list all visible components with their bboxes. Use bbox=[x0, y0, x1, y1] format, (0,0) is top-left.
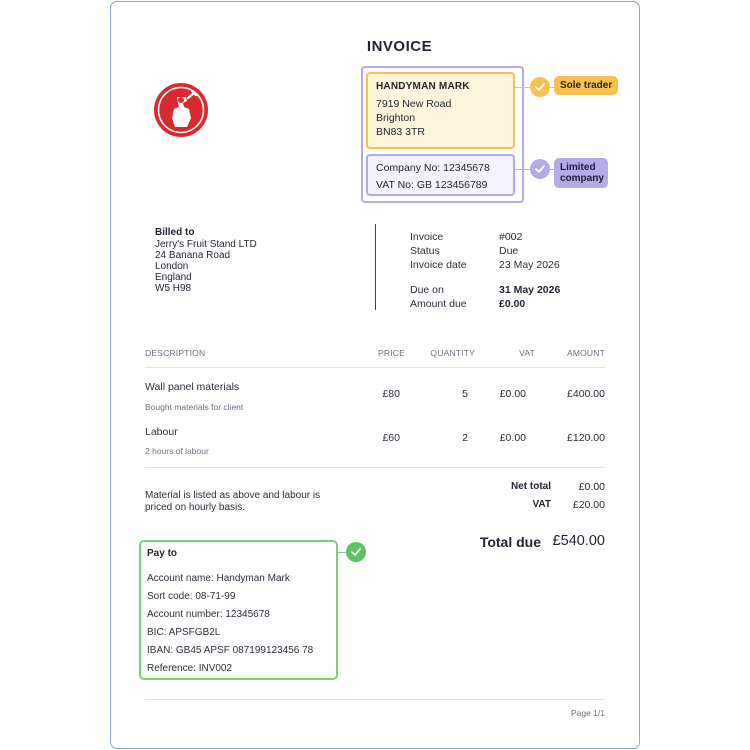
row-quantity: 2 bbox=[462, 432, 468, 444]
column-header-amount: AMOUNT bbox=[566, 348, 605, 358]
invoice-notes: Material is listed as above and labour i… bbox=[145, 490, 321, 513]
billed-to-block: Billed to Jerry's Fruit Stand LTD 24 Ban… bbox=[155, 227, 257, 294]
row-note: 2 hours of labour bbox=[145, 446, 209, 456]
limited-company-tag: Limited company bbox=[554, 158, 608, 188]
column-header-quantity: QUANTITY bbox=[430, 348, 475, 358]
due-on-value: 31 May 2026 bbox=[499, 284, 561, 296]
page-number: Page 1/1 bbox=[570, 708, 605, 718]
connector-line bbox=[338, 552, 346, 553]
row-note: Bought materials for client bbox=[145, 402, 244, 412]
invoice-date-value: 23 May 2026 bbox=[499, 259, 560, 271]
invoice-meta-values: #002 Due 23 May 2026 31 May 2026 £0.00 bbox=[499, 230, 560, 311]
company-number: Company No: 12345678 bbox=[376, 162, 490, 174]
total-due-value: £540.00 bbox=[552, 533, 605, 549]
pay-to-line: Sort code: 08-71-99 bbox=[147, 591, 236, 602]
vat-number: VAT No: GB 123456789 bbox=[376, 179, 488, 191]
sole-trader-tag: Sole trader bbox=[554, 76, 619, 95]
due-on-label: Due on bbox=[410, 284, 444, 296]
amount-due-value: £0.00 bbox=[499, 298, 526, 310]
pay-to-line: BIC: APSFGB2L bbox=[147, 627, 221, 638]
divider bbox=[375, 224, 376, 310]
invoice-number-value: #002 bbox=[499, 231, 523, 243]
invoice-meta-labels: Invoice Status Invoice date Due on Amoun… bbox=[410, 230, 467, 311]
net-total-value: £0.00 bbox=[578, 481, 605, 493]
connector-line bbox=[515, 87, 530, 88]
invoice-number-label: Invoice bbox=[410, 231, 444, 243]
check-circle-icon bbox=[346, 542, 366, 562]
row-description: Wall panel materials bbox=[145, 381, 240, 393]
pay-to-line: Account number: 12345678 bbox=[147, 609, 270, 620]
row-vat: £0.00 bbox=[499, 432, 526, 444]
column-header-vat: VAT bbox=[519, 348, 535, 358]
pay-to-box: Pay to Account name: Handyman Mark Sort … bbox=[139, 540, 338, 680]
row-price: £80 bbox=[382, 388, 400, 400]
billed-to-line: England bbox=[155, 272, 192, 283]
business-name: HANDYMAN MARK bbox=[376, 81, 470, 92]
row-vat: £0.00 bbox=[499, 388, 526, 400]
connector-line bbox=[515, 169, 530, 170]
row-quantity: 5 bbox=[462, 388, 468, 400]
row-price: £60 bbox=[382, 432, 400, 444]
table-footer-divider bbox=[145, 467, 605, 468]
billed-to-heading: Billed to bbox=[155, 227, 195, 238]
invoice-title: INVOICE bbox=[366, 38, 433, 55]
status-label: Status bbox=[410, 245, 440, 257]
business-address-line: BN83 3TR bbox=[376, 126, 426, 138]
check-circle-icon bbox=[530, 77, 550, 97]
vat-total-value: £20.00 bbox=[572, 499, 605, 511]
vat-total-label: VAT bbox=[532, 499, 551, 510]
pay-to-heading: Pay to bbox=[147, 548, 178, 559]
check-circle-icon bbox=[530, 159, 550, 179]
row-amount: £120.00 bbox=[567, 432, 605, 444]
business-address-line: 7919 New Road bbox=[376, 98, 452, 110]
billed-to-line: London bbox=[155, 261, 189, 272]
billed-to-line: Jerry's Fruit Stand LTD bbox=[155, 239, 257, 250]
pay-to-line: IBAN: GB45 APSF 087199123456 78 bbox=[147, 645, 314, 656]
pay-to-line: Account name: Handyman Mark bbox=[147, 573, 290, 584]
column-header-description: DESCRIPTION bbox=[145, 348, 206, 358]
billed-to-line: W5 H98 bbox=[155, 283, 192, 294]
table-header-divider bbox=[145, 367, 605, 368]
business-address-box: HANDYMAN MARK 7919 New Road Brighton BN8… bbox=[366, 72, 515, 149]
business-address-line: Brighton bbox=[376, 112, 416, 124]
invoice-date-label: Invoice date bbox=[410, 259, 467, 271]
footer-divider bbox=[145, 699, 605, 700]
billed-to-line: 24 Banana Road bbox=[155, 250, 231, 261]
total-due-label: Total due bbox=[479, 534, 541, 550]
row-amount: £400.00 bbox=[567, 388, 605, 400]
net-total-label: Net total bbox=[511, 481, 551, 492]
pay-to-line: Reference: INV002 bbox=[147, 663, 233, 674]
company-numbers-box: Company No: 12345678 VAT No: GB 12345678… bbox=[366, 154, 515, 196]
row-description: Labour bbox=[145, 426, 178, 438]
invoice-page: INVOICE HANDYMAN MARK 7919 New Road Brig… bbox=[110, 1, 640, 749]
amount-due-label: Amount due bbox=[410, 298, 467, 310]
column-header-price: PRICE bbox=[378, 348, 405, 358]
handyman-logo-icon bbox=[153, 82, 209, 138]
status-value: Due bbox=[499, 245, 519, 257]
